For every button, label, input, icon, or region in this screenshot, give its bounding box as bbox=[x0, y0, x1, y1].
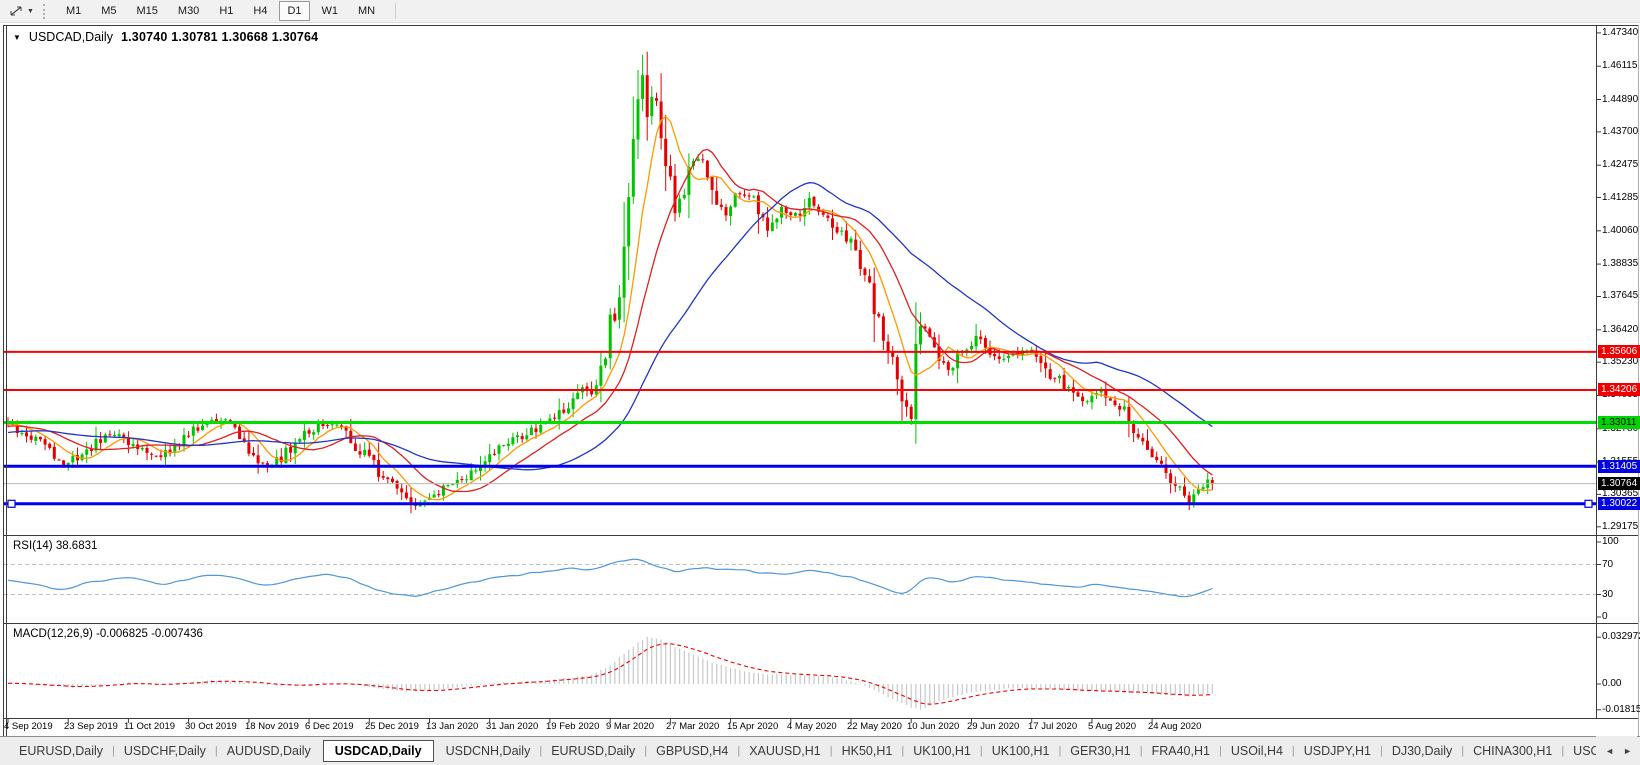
rsi-tick-label: 100 bbox=[1602, 536, 1619, 547]
timeframe-buttons: M1 M5 M15 M30 H1 H4 D1 W1 MN bbox=[56, 1, 385, 21]
line-selection-handle bbox=[1584, 499, 1593, 508]
date-label: 17 Jul 2020 bbox=[1028, 721, 1078, 732]
timeframe-button-w1[interactable]: W1 bbox=[314, 1, 347, 21]
timeframe-button-m1[interactable]: M1 bbox=[58, 1, 89, 21]
timeframe-button-m30[interactable]: M30 bbox=[170, 1, 207, 21]
date-label: 30 Oct 2019 bbox=[185, 721, 237, 732]
date-label: 11 Oct 2019 bbox=[124, 721, 176, 732]
price-tick-label: 1.41285 bbox=[1602, 192, 1639, 203]
price-tick-label: 1.40060 bbox=[1602, 225, 1639, 236]
price-tick-label: 1.38835 bbox=[1602, 258, 1639, 269]
price-tick-label: 1.47340 bbox=[1602, 27, 1639, 38]
cursor-tool-icon[interactable]: ▼ bbox=[7, 4, 34, 18]
date-label: 31 Jan 2020 bbox=[486, 721, 539, 732]
symbol-tabs: EURUSD,Daily | USDCHF,Daily | AUDUSD,Daily US… bbox=[10, 740, 1637, 762]
toolbar-separator bbox=[395, 3, 397, 19]
tab-xauusd-h1[interactable]: XAUUSD,H1 bbox=[740, 741, 830, 761]
tab-usdcnh-daily[interactable]: USDCNH,Daily bbox=[437, 741, 540, 761]
macd-tick-label: 0.032972 bbox=[1602, 631, 1640, 642]
ohlc-values: 1.30740 1.30781 1.30668 1.30764 bbox=[120, 30, 319, 44]
date-label: 25 Dec 2019 bbox=[365, 721, 419, 732]
chart-title: ▼ USDCAD,Daily 1.30740 1.30781 1.30668 1… bbox=[13, 30, 318, 44]
date-label: 5 Aug 2020 bbox=[1088, 721, 1137, 732]
tab-uk100-h1[interactable]: UK100,H1 bbox=[904, 741, 980, 761]
tab-ger30-h1[interactable]: GER30,H1 bbox=[1061, 741, 1139, 761]
rsi-tick-label: 0 bbox=[1602, 611, 1608, 622]
price-level-label: 1.30022 bbox=[1598, 497, 1640, 510]
timeframe-button-m15[interactable]: M15 bbox=[129, 1, 166, 21]
date-label: 22 May 2020 bbox=[847, 721, 902, 732]
tab-uk100-h1[interactable]: UK100,H1 bbox=[983, 741, 1059, 761]
tab-usdchf-daily[interactable]: USDCHF,Daily bbox=[115, 741, 215, 761]
price-tick-label: 1.42475 bbox=[1602, 159, 1639, 170]
price-level-label: 1.35606 bbox=[1598, 345, 1640, 358]
date-label: 23 Sep 2019 bbox=[64, 721, 118, 732]
dropdown-caret-icon[interactable]: ▼ bbox=[27, 8, 34, 15]
toolbar-grip[interactable] bbox=[42, 3, 47, 19]
tab-gbpusd-h4[interactable]: GBPUSD,H4 bbox=[647, 741, 737, 761]
price-tick-label: 1.29175 bbox=[1602, 521, 1639, 532]
tab-usdcad-daily[interactable]: USDCAD,Daily bbox=[322, 740, 434, 762]
timeframe-button-h4[interactable]: H4 bbox=[245, 1, 275, 21]
price-tick-label: 1.37645 bbox=[1602, 290, 1639, 301]
date-label: 4 May 2020 bbox=[787, 721, 837, 732]
line-selection-handle bbox=[7, 499, 16, 508]
date-label: 13 Jan 2020 bbox=[426, 721, 479, 732]
tab-eurusd-daily[interactable]: EURUSD,Daily bbox=[542, 741, 644, 761]
rsi-label: RSI(14) 38.6831 bbox=[13, 540, 98, 552]
timeframe-button-d1[interactable]: D1 bbox=[279, 1, 310, 21]
date-label: 4 Sep 2019 bbox=[4, 721, 53, 732]
price-level-label: 1.31405 bbox=[1598, 460, 1640, 473]
date-label: 18 Nov 2019 bbox=[245, 721, 299, 732]
tab-usdjpy-h1[interactable]: USDJPY,H1 bbox=[1295, 741, 1380, 761]
price-tick-label: 1.43700 bbox=[1602, 126, 1639, 137]
tab-scroll-right-icon[interactable]: ► bbox=[1623, 746, 1632, 756]
price-tick-label: 1.44890 bbox=[1602, 94, 1639, 105]
price-tick-label: 1.46115 bbox=[1602, 60, 1638, 71]
date-label: 29 Jun 2020 bbox=[967, 721, 1020, 732]
diagonal-arrows-icon bbox=[10, 6, 22, 16]
date-label: 15 Apr 2020 bbox=[727, 721, 779, 732]
timeframe-button-h1[interactable]: H1 bbox=[211, 1, 241, 21]
macd-tick-label: -0.018154 bbox=[1602, 704, 1640, 715]
date-label: 9 Mar 2020 bbox=[606, 721, 655, 732]
tab-eurusd-daily[interactable]: EURUSD,Daily bbox=[10, 741, 112, 761]
price-level-label: 1.33011 bbox=[1598, 416, 1640, 429]
macd-label: MACD(12,26,9) -0.006825 -0.007436 bbox=[13, 628, 203, 640]
tab-scroll-arrows: ◄ ► bbox=[1596, 736, 1637, 765]
tab-scroll-left-icon[interactable]: ◄ bbox=[1605, 746, 1614, 756]
tab-usoil-h4[interactable]: USOil,H4 bbox=[1222, 741, 1292, 761]
tab-hk50-h1[interactable]: HK50,H1 bbox=[833, 741, 902, 761]
rsi-tick-label: 70 bbox=[1602, 559, 1614, 570]
price-chart-canvas[interactable] bbox=[0, 0, 1640, 765]
timeframe-button-mn[interactable]: MN bbox=[350, 1, 383, 21]
macd-tick-label: 0.00 bbox=[1602, 678, 1622, 689]
symbol-tabbar: EURUSD,Daily | USDCHF,Daily | AUDUSD,Daily US… bbox=[0, 736, 1640, 765]
date-label: 19 Feb 2020 bbox=[546, 721, 600, 732]
timeframe-toolbar: ▼ M1 M5 M15 M30 H1 H4 D1 W1 MN bbox=[0, 0, 1640, 23]
tab-dj30-daily[interactable]: DJ30,Daily bbox=[1383, 741, 1461, 761]
symbol-dropdown-icon[interactable]: ▼ bbox=[13, 33, 21, 42]
date-label: 27 Mar 2020 bbox=[666, 721, 720, 732]
tab-china300-h1[interactable]: CHINA300,H1 bbox=[1464, 741, 1561, 761]
price-tick-label: 1.36420 bbox=[1602, 324, 1639, 335]
candles bbox=[6, 51, 1214, 514]
rsi-tick-label: 30 bbox=[1602, 589, 1614, 600]
price-level-label: 1.34206 bbox=[1598, 383, 1640, 396]
date-label: 24 Aug 2020 bbox=[1148, 721, 1202, 732]
tab-audusd-daily[interactable]: AUDUSD,Daily bbox=[218, 741, 320, 761]
symbol-label: USDCAD,Daily bbox=[28, 30, 113, 44]
date-label: 6 Dec 2019 bbox=[305, 721, 354, 732]
date-label: 10 Jun 2020 bbox=[907, 721, 960, 732]
timeframe-button-m5[interactable]: M5 bbox=[93, 1, 124, 21]
tab-fra40-h1[interactable]: FRA40,H1 bbox=[1143, 741, 1219, 761]
price-level-label: 1.30764 bbox=[1598, 477, 1640, 490]
